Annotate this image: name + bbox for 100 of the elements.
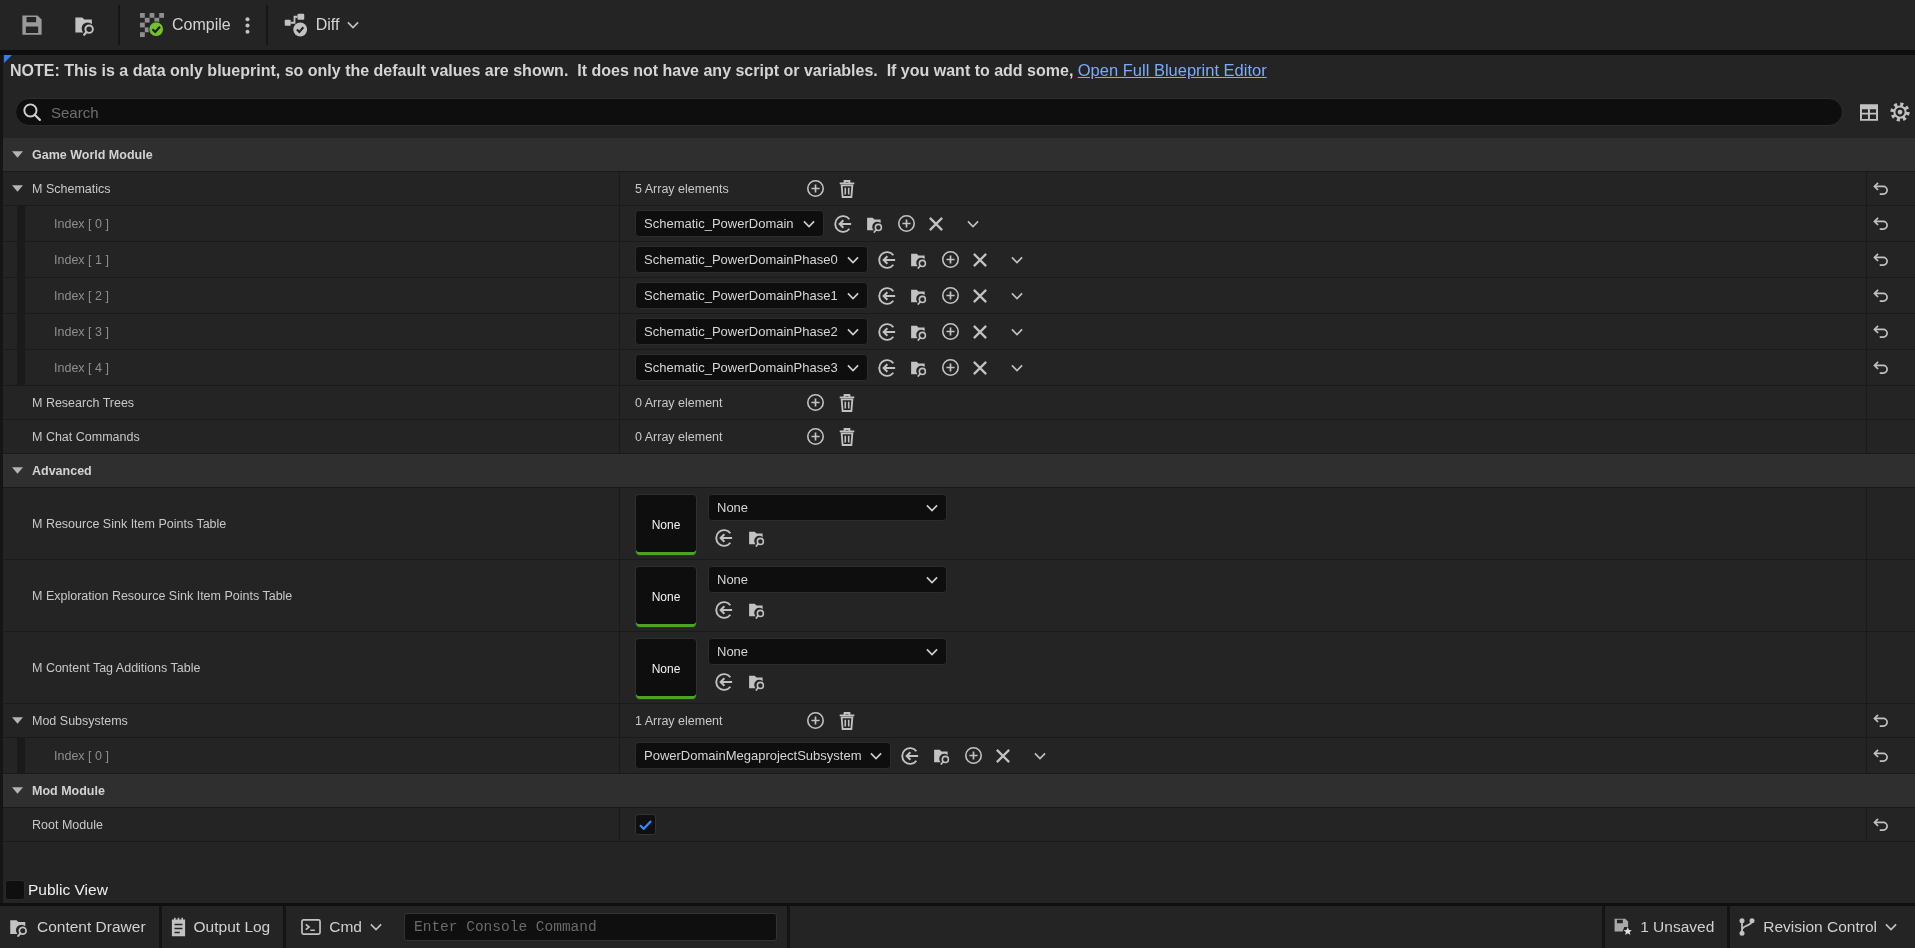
array-index-label: Index [ 2 ] bbox=[54, 288, 109, 303]
undo-arrow-icon[interactable] bbox=[1873, 325, 1888, 338]
undo-arrow-icon[interactable] bbox=[1873, 749, 1888, 762]
more-options-icon[interactable] bbox=[244, 16, 250, 34]
asset-thumbnail: None bbox=[635, 566, 697, 628]
console-input[interactable]: Enter Console Command bbox=[404, 913, 777, 941]
cross-icon[interactable] bbox=[972, 360, 987, 375]
caret-icon[interactable] bbox=[1010, 327, 1023, 336]
undo-arrow-icon[interactable] bbox=[1873, 714, 1888, 727]
folder-search-icon[interactable] bbox=[74, 14, 96, 36]
plus-circle-icon[interactable] bbox=[941, 287, 959, 304]
dropdown[interactable]: None bbox=[708, 566, 947, 593]
dropdown[interactable]: Schematic_PowerDomainPhase0 bbox=[635, 246, 868, 273]
unsaved-button[interactable]: 1 Unsaved bbox=[1605, 906, 1731, 948]
output-log-button[interactable]: Output Log bbox=[161, 906, 287, 948]
trash-icon[interactable] bbox=[839, 179, 855, 198]
cmd-button[interactable]: Cmd bbox=[286, 918, 395, 936]
cross-icon[interactable] bbox=[928, 216, 943, 231]
caret-icon bbox=[926, 647, 938, 656]
expand-arrow-icon[interactable] bbox=[12, 151, 23, 158]
trash-icon[interactable] bbox=[839, 711, 855, 730]
cross-icon[interactable] bbox=[972, 288, 987, 303]
caret-icon bbox=[870, 751, 883, 760]
expand-arrow-icon[interactable] bbox=[12, 787, 23, 794]
undo-arrow-icon[interactable] bbox=[1873, 818, 1888, 831]
caret-icon bbox=[926, 575, 938, 584]
plus-circle-icon[interactable] bbox=[807, 712, 824, 729]
array-index-label: Index [ 1 ] bbox=[54, 252, 109, 267]
array-index-label: Index [ 4 ] bbox=[54, 360, 109, 375]
dropdown[interactable]: None bbox=[708, 494, 947, 521]
property-name: M Content Tag Additions Table bbox=[32, 660, 201, 675]
save-icon[interactable] bbox=[21, 14, 43, 36]
category-header[interactable]: Game World Module bbox=[3, 138, 1915, 172]
content-drawer-button[interactable]: Content Drawer bbox=[0, 906, 162, 948]
category-title: Mod Module bbox=[32, 783, 105, 798]
undo-arrow-icon[interactable] bbox=[1873, 289, 1888, 302]
search-field[interactable]: Search bbox=[15, 98, 1843, 126]
dropdown[interactable]: Schematic_PowerDomainPhase2 bbox=[635, 318, 868, 345]
trash-icon[interactable] bbox=[839, 427, 855, 446]
checkbox[interactable] bbox=[5, 880, 25, 900]
property-name: M Schematics bbox=[32, 181, 111, 196]
left-arrow-icon[interactable] bbox=[715, 529, 733, 547]
array-count: 0 Array element bbox=[635, 395, 723, 410]
caret-icon[interactable] bbox=[1034, 751, 1047, 760]
plus-circle-icon[interactable] bbox=[897, 215, 915, 232]
settings-icon[interactable] bbox=[1890, 102, 1910, 122]
left-arrow-icon[interactable] bbox=[877, 250, 896, 269]
plus-circle-icon[interactable] bbox=[807, 428, 824, 445]
left-arrow-icon[interactable] bbox=[833, 214, 852, 233]
folder-search-icon[interactable] bbox=[748, 601, 766, 619]
caret-icon bbox=[846, 327, 859, 336]
floppy-star-icon bbox=[1614, 918, 1633, 936]
search-icon bbox=[23, 103, 41, 121]
caret-icon[interactable] bbox=[966, 219, 979, 228]
caret-icon[interactable] bbox=[1010, 363, 1023, 372]
cross-icon[interactable] bbox=[972, 252, 987, 267]
trash-icon[interactable] bbox=[839, 393, 855, 412]
undo-arrow-icon[interactable] bbox=[1873, 217, 1888, 230]
dropdown[interactable]: Schematic_PowerDomain bbox=[635, 210, 824, 237]
table-view-icon[interactable] bbox=[1860, 103, 1878, 121]
left-arrow-icon[interactable] bbox=[715, 673, 733, 691]
plus-circle-icon[interactable] bbox=[965, 747, 983, 764]
undo-arrow-icon[interactable] bbox=[1873, 361, 1888, 374]
undo-arrow-icon[interactable] bbox=[1873, 182, 1888, 195]
caret-icon bbox=[846, 363, 859, 372]
folder-search-icon[interactable] bbox=[748, 673, 766, 691]
array-index-label: Index [ 3 ] bbox=[54, 324, 109, 339]
caret-icon[interactable] bbox=[1010, 255, 1023, 264]
plus-circle-icon[interactable] bbox=[941, 251, 959, 268]
dropdown[interactable]: None bbox=[708, 638, 947, 665]
compile-button[interactable]: Compile bbox=[140, 7, 231, 43]
plus-circle-icon[interactable] bbox=[807, 180, 824, 197]
cross-icon[interactable] bbox=[996, 748, 1011, 763]
plus-circle-icon[interactable] bbox=[941, 359, 959, 376]
left-arrow-icon[interactable] bbox=[715, 601, 733, 619]
caret-icon[interactable] bbox=[1010, 291, 1023, 300]
left-arrow-icon[interactable] bbox=[901, 746, 920, 765]
left-arrow-icon[interactable] bbox=[877, 358, 896, 377]
dropdown[interactable]: PowerDomainMegaprojectSubsystem bbox=[635, 742, 892, 769]
expand-arrow-icon[interactable] bbox=[12, 467, 23, 474]
category-header[interactable]: Mod Module bbox=[3, 774, 1915, 808]
dropdown[interactable]: Schematic_PowerDomainPhase3 bbox=[635, 354, 868, 381]
revision-control-button[interactable]: Revision Control bbox=[1730, 906, 1915, 948]
cross-icon[interactable] bbox=[972, 324, 987, 339]
dropdown[interactable]: Schematic_PowerDomainPhase1 bbox=[635, 282, 868, 309]
left-arrow-icon[interactable] bbox=[877, 322, 896, 341]
diff-button[interactable]: Diff bbox=[283, 7, 360, 43]
plus-circle-icon[interactable] bbox=[941, 323, 959, 340]
property-name: M Chat Commands bbox=[32, 429, 140, 444]
plus-circle-icon[interactable] bbox=[807, 394, 824, 411]
folder-search-icon[interactable] bbox=[748, 529, 766, 547]
left-arrow-icon[interactable] bbox=[877, 286, 896, 305]
open-editor-link[interactable]: Open Full Blueprint Editor bbox=[1077, 61, 1267, 79]
checkmark-icon bbox=[639, 819, 652, 830]
undo-arrow-icon[interactable] bbox=[1873, 253, 1888, 266]
expand-arrow-icon[interactable] bbox=[12, 717, 23, 724]
category-header[interactable]: Advanced bbox=[3, 454, 1915, 488]
checkbox[interactable] bbox=[635, 814, 656, 835]
expand-arrow-icon[interactable] bbox=[12, 185, 23, 192]
array-count: 1 Array element bbox=[635, 713, 723, 728]
